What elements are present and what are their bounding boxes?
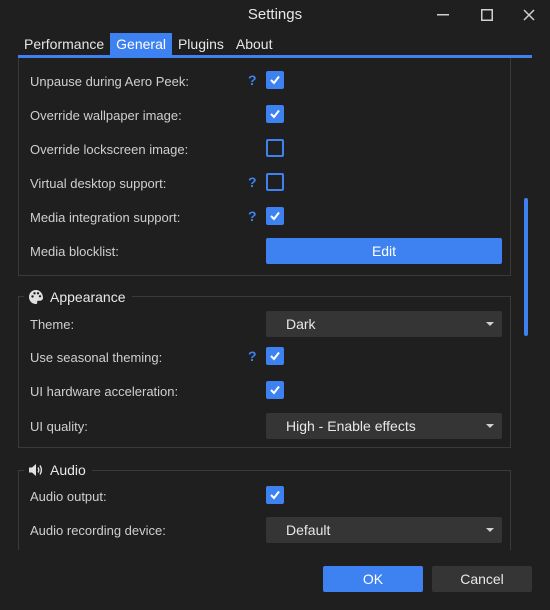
recording-device-dropdown[interactable]: Default [266, 517, 502, 543]
wallpaper-checkbox[interactable] [266, 105, 284, 123]
setting-row-virtual-desktop: Virtual desktop support: ? [19, 170, 510, 198]
minimize-button[interactable] [428, 4, 458, 26]
scrollbar-thumb[interactable] [524, 198, 528, 336]
setting-label: Unpause during Aero Peek: [30, 74, 189, 89]
help-icon[interactable]: ? [248, 72, 257, 88]
help-icon[interactable]: ? [248, 348, 257, 364]
setting-label: Override wallpaper image: [30, 108, 182, 123]
cancel-button[interactable]: Cancel [432, 566, 532, 592]
virtual-desktop-checkbox[interactable] [266, 173, 284, 191]
dropdown-value: Default [286, 522, 331, 538]
checkmark-icon [270, 385, 280, 395]
close-icon [523, 9, 535, 21]
setting-row-recording-device: Audio recording device: Default [19, 517, 510, 545]
checkmark-icon [270, 211, 280, 221]
chevron-down-icon [486, 424, 494, 428]
edit-blocklist-button[interactable]: Edit [266, 238, 502, 264]
setting-row-ui-quality: UI quality: High - Enable effects [19, 413, 510, 441]
appearance-group: Theme: Dark Use seasonal theming: ? UI h… [18, 296, 511, 448]
checkmark-icon [270, 109, 280, 119]
audio-group-title: Audio [24, 459, 92, 481]
tab-plugins[interactable]: Plugins [172, 33, 230, 55]
ui-quality-dropdown[interactable]: High - Enable effects [266, 413, 502, 439]
checkmark-icon [270, 351, 280, 361]
chevron-down-icon [486, 528, 494, 532]
tab-general[interactable]: General [110, 33, 172, 55]
ok-button[interactable]: OK [323, 566, 423, 592]
appearance-group-title: Appearance [24, 286, 132, 308]
setting-label: Virtual desktop support: [30, 176, 167, 191]
setting-label: Media integration support: [30, 210, 181, 225]
checkmark-icon [270, 75, 280, 85]
setting-row-seasonal: Use seasonal theming: ? [19, 344, 510, 372]
tab-bar: Performance General Plugins About [18, 33, 278, 55]
help-icon[interactable]: ? [248, 208, 257, 224]
tab-performance[interactable]: Performance [18, 33, 110, 55]
setting-row-media-integration: Media integration support: ? [19, 204, 510, 232]
setting-row-aero-peek: Unpause during Aero Peek: ? [19, 68, 510, 96]
title-bar: Settings [0, 0, 550, 32]
tab-about[interactable]: About [230, 33, 279, 55]
setting-label: Theme: [30, 317, 75, 332]
close-button[interactable] [514, 4, 544, 26]
setting-row-media-blocklist: Media blocklist: Edit [19, 238, 510, 266]
maximize-button[interactable] [472, 4, 502, 26]
setting-label: Override lockscreen image: [30, 142, 189, 157]
audio-output-checkbox[interactable] [266, 486, 284, 504]
group-title-text: Appearance [50, 289, 126, 305]
speaker-icon [29, 464, 43, 476]
setting-row-audio-output: Audio output: [19, 483, 510, 511]
theme-dropdown[interactable]: Dark [266, 311, 502, 337]
settings-scroll-area[interactable]: Unpause during Aero Peek: ? Override wal… [0, 58, 550, 550]
media-integration-checkbox[interactable] [266, 207, 284, 225]
hwaccel-checkbox[interactable] [266, 381, 284, 399]
setting-row-lockscreen: Override lockscreen image: [19, 136, 510, 164]
setting-row-wallpaper: Override wallpaper image: [19, 102, 510, 130]
lockscreen-checkbox[interactable] [266, 139, 284, 157]
setting-label: UI quality: [30, 419, 88, 434]
setting-label: Use seasonal theming: [30, 350, 163, 365]
chevron-down-icon [486, 322, 494, 326]
seasonal-checkbox[interactable] [266, 347, 284, 365]
aero-peek-checkbox[interactable] [266, 71, 284, 89]
palette-icon [29, 290, 43, 304]
audio-group: Audio output: Audio recording device: De… [18, 470, 511, 550]
setting-label: Audio recording device: [30, 523, 166, 538]
dropdown-value: Dark [286, 316, 316, 332]
checkmark-icon [270, 490, 280, 500]
general-group: Unpause during Aero Peek: ? Override wal… [18, 58, 511, 276]
setting-label: Media blocklist: [30, 244, 119, 259]
group-title-text: Audio [50, 462, 86, 478]
maximize-icon [481, 9, 493, 21]
dropdown-value: High - Enable effects [286, 418, 416, 434]
minimize-icon [437, 14, 449, 16]
window-title: Settings [247, 6, 303, 23]
setting-row-hwaccel: UI hardware acceleration: [19, 378, 510, 406]
help-icon[interactable]: ? [248, 174, 257, 190]
setting-label: UI hardware acceleration: [30, 384, 179, 399]
setting-label: Audio output: [30, 489, 107, 504]
setting-row-theme: Theme: Dark [19, 311, 510, 339]
